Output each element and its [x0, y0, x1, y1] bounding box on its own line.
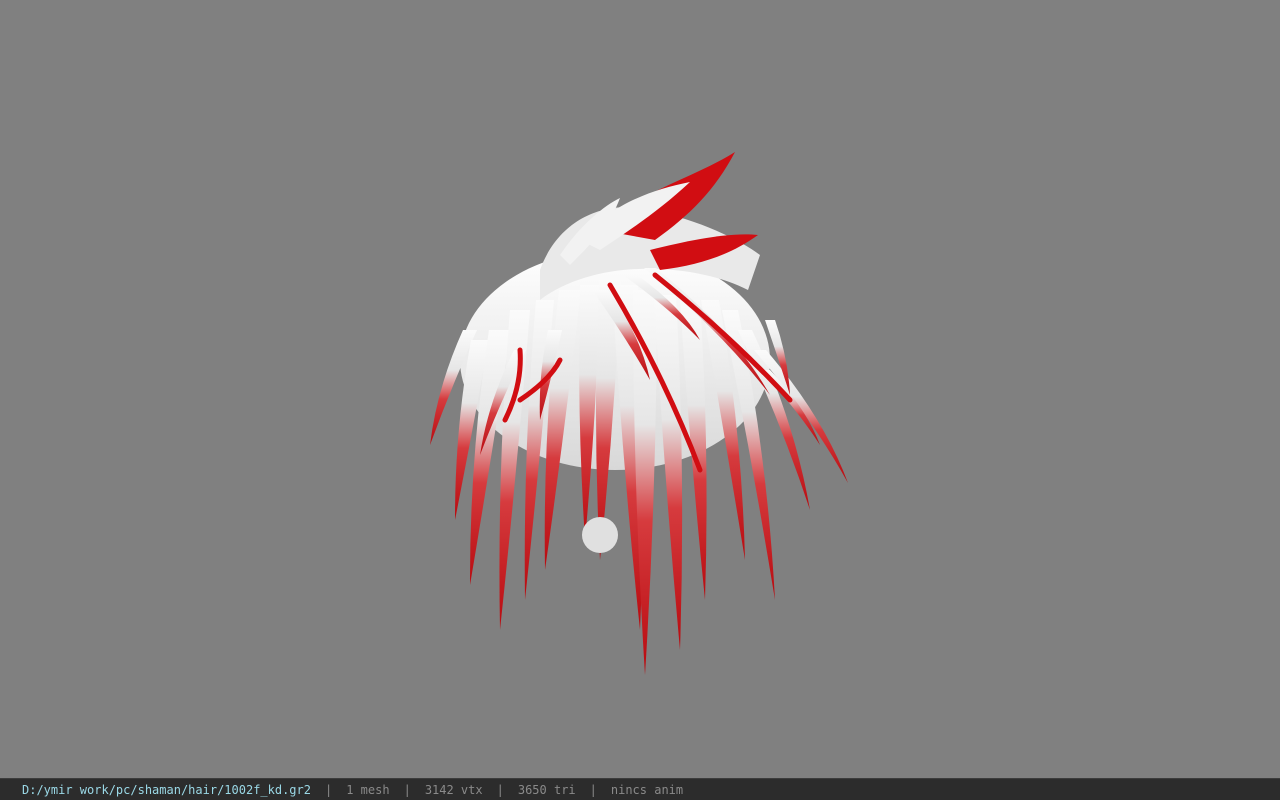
3d-viewport[interactable]	[0, 0, 1280, 778]
status-bar: D:/ymir work/pc/shaman/hair/1002f_kd.gr2…	[0, 778, 1280, 800]
hair-underside	[582, 517, 618, 553]
mesh-count: 1 mesh	[346, 782, 390, 797]
separator: |	[496, 782, 504, 797]
hair-model	[430, 152, 848, 675]
file-path: D:/ymir work/pc/shaman/hair/1002f_kd.gr2	[22, 782, 311, 797]
triangle-count: 3650 tri	[517, 782, 576, 797]
vertex-count: 3142 vtx	[424, 782, 483, 797]
separator: |	[589, 782, 597, 797]
animation-status: nincs anim	[610, 782, 684, 797]
separator: |	[324, 782, 333, 797]
separator: |	[403, 782, 411, 797]
hair-strand	[654, 295, 683, 650]
